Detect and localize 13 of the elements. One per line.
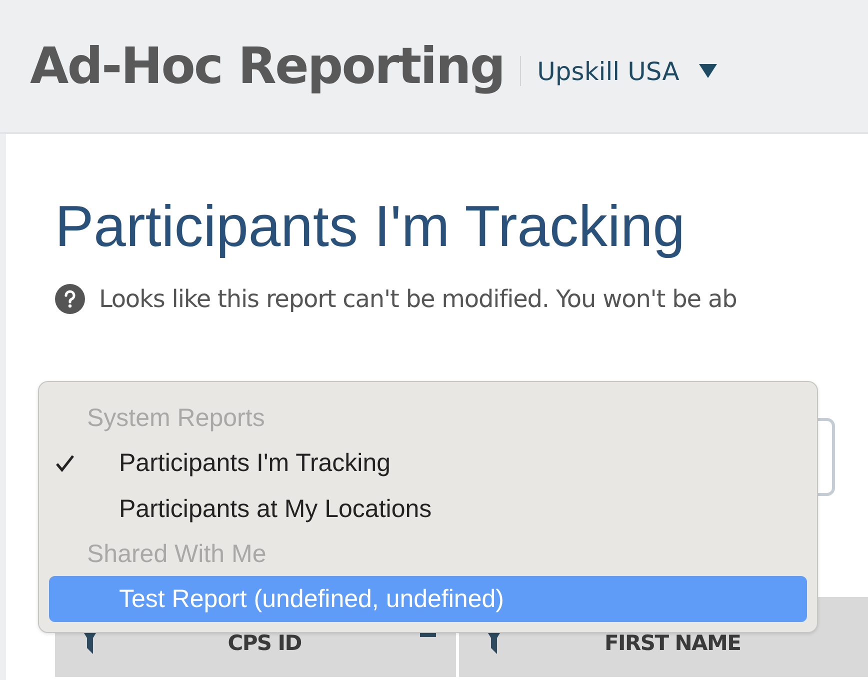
column-label: FIRST NAME: [604, 630, 741, 655]
organization-dropdown[interactable]: Upskill USA: [537, 56, 718, 86]
app-title: Ad-Hoc Reporting: [30, 37, 504, 95]
menu-group-label: System Reports: [86, 403, 266, 434]
notice-text: Looks like this report can't be modified. You won't be ab: [99, 284, 737, 313]
menu-group-label: Shared With Me: [86, 539, 268, 570]
column-label: CPS ID: [228, 630, 302, 655]
menu-item[interactable]: Participants I'm Tracking: [49, 440, 807, 486]
caret-icon: [699, 64, 718, 78]
help-icon: [55, 284, 85, 314]
sort-icon[interactable]: [420, 632, 436, 637]
menu-item[interactable]: Participants at My Locations: [49, 486, 807, 532]
report-title: Participants I'm Tracking: [55, 193, 686, 261]
